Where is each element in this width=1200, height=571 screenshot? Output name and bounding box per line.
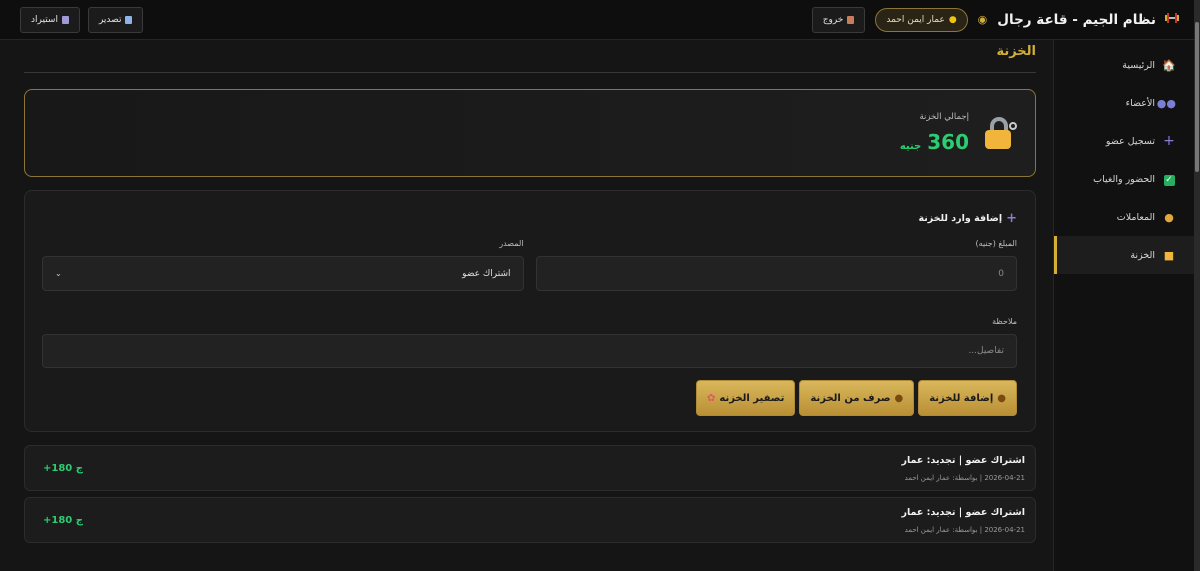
note-label: ملاحظة xyxy=(992,317,1017,326)
add-income-form: + إضافة وارد للخزنة المبلغ (جنيه) 0 المص… xyxy=(24,190,1036,432)
page-title: الخزنة xyxy=(24,40,1036,73)
header-right-group: نظام الجيم - قاعة رجال ◉ ● عمار ايمن احم… xyxy=(811,6,1180,33)
logout-label: خروج xyxy=(822,14,844,25)
amount-field[interactable]: 0 xyxy=(535,256,1017,291)
transaction-row: اشتراك عضو | تجديد: عمار 2026-04-21 | بو… xyxy=(24,445,1036,491)
source-selected-value: اشتراك عضو xyxy=(462,268,511,279)
transaction-info: اشتراك عضو | تجديد: عمار 2026-04-21 | بو… xyxy=(901,507,1025,534)
lock-icon xyxy=(983,116,1017,150)
home-icon: 🏠 xyxy=(1162,58,1176,72)
transaction-meta: 2026-04-21 | بواسطة: عمار ايمن احمد xyxy=(904,525,1025,534)
note-field[interactable]: تفاصيل... xyxy=(42,334,1017,368)
export-button[interactable]: تصدير xyxy=(87,6,144,33)
transaction-amount: +180 ج xyxy=(43,462,83,474)
treasury-total-card: إجمالي الخزنة 360 جنيه xyxy=(24,89,1036,177)
sidebar: 🏠 الرئيسية ●● الأعضاء + تسجيل عضو ✓ الحض… xyxy=(1053,40,1194,571)
money-bag-icon: ● xyxy=(997,392,1006,404)
transaction-meta: 2026-04-21 | بواسطة: عمار ايمن احمد xyxy=(904,473,1025,482)
logout-button[interactable]: خروج xyxy=(811,6,866,33)
import-label: استيراد xyxy=(31,14,58,25)
treasury-total: إجمالي الخزنة 360 جنيه xyxy=(900,112,969,154)
add-button-label: إضافة للخزنة xyxy=(929,392,994,404)
form-title-text: إضافة وارد للخزنة xyxy=(918,213,1003,224)
page-scrollbar[interactable] xyxy=(1194,0,1200,571)
treasury-total-value: 360 جنيه xyxy=(900,130,969,154)
sidebar-item-label: الحضور والغياب xyxy=(1093,173,1155,185)
transaction-info: اشتراك عضو | تجديد: عمار 2026-04-21 | بو… xyxy=(901,455,1025,482)
source-field-group: المصدر اشتراك عضو ⌄ xyxy=(42,239,524,291)
user-badge[interactable]: ● عمار ايمن احمد xyxy=(875,7,968,32)
shield-icon: ◉ xyxy=(977,13,988,26)
dumbbell-icon xyxy=(1164,10,1180,30)
form-title: + إضافة وارد للخزنة xyxy=(42,211,1017,226)
source-label: المصدر xyxy=(499,239,524,248)
sidebar-item-label: الخزنة xyxy=(1130,249,1155,261)
money-bag-icon: ● xyxy=(1164,210,1174,224)
add-to-treasury-button[interactable]: ● إضافة للخزنة xyxy=(918,380,1017,416)
members-icon: ●● xyxy=(1156,96,1176,110)
withdraw-button-label: صرف من الخزنة xyxy=(810,392,891,404)
form-actions: ● إضافة للخزنة ● صرف من الخزنة تصفير الخ… xyxy=(42,380,1017,416)
amount-field-group: المبلغ (جنيه) 0 xyxy=(535,239,1017,291)
check-icon: ✓ xyxy=(1163,175,1175,186)
import-icon xyxy=(61,15,69,24)
sidebar-item-register[interactable]: + تسجيل عضو xyxy=(1054,122,1194,160)
sidebar-item-label: المعاملات xyxy=(1116,211,1155,223)
transaction-amount: +180 ج xyxy=(43,514,83,526)
lock-icon: ■ xyxy=(1163,248,1175,262)
sidebar-item-label: الأعضاء xyxy=(1125,97,1155,109)
export-icon xyxy=(125,15,133,24)
sidebar-item-transactions[interactable]: ● المعاملات xyxy=(1054,198,1194,236)
transaction-title: اشتراك عضو | تجديد: عمار xyxy=(901,506,1025,518)
sidebar-item-label: تسجيل عضو xyxy=(1105,135,1155,147)
transaction-row: اشتراك عضو | تجديد: عمار 2026-04-21 | بو… xyxy=(24,497,1036,543)
treasury-unit: جنيه xyxy=(899,141,922,152)
amount-label: المبلغ (جنيه) xyxy=(975,239,1017,248)
user-name: عمار ايمن احمد xyxy=(886,14,945,25)
export-label: تصدير xyxy=(98,14,122,25)
user-icon: ● xyxy=(948,14,957,25)
header-left-group: تصدير استيراد xyxy=(20,6,144,33)
sidebar-item-home[interactable]: 🏠 الرئيسية xyxy=(1054,46,1194,84)
money-out-icon: ● xyxy=(894,392,904,404)
scrollbar-thumb[interactable] xyxy=(1195,22,1199,172)
note-field-group: ملاحظة تفاصيل... xyxy=(42,317,1017,368)
sidebar-item-attendance[interactable]: ✓ الحضور والغياب xyxy=(1054,160,1194,198)
sidebar-item-treasury[interactable]: ■ الخزنة xyxy=(1054,236,1194,274)
sidebar-item-members[interactable]: ●● الأعضاء xyxy=(1054,84,1194,122)
plus-icon: + xyxy=(1006,211,1017,226)
door-icon xyxy=(847,15,855,24)
top-header: نظام الجيم - قاعة رجال ◉ ● عمار ايمن احم… xyxy=(0,0,1194,40)
treasury-amount: 360 xyxy=(927,130,969,154)
withdraw-button[interactable]: ● صرف من الخزنة xyxy=(799,380,915,416)
main-content: الخزنة إجمالي الخزنة 360 جنيه + إضافة وا… xyxy=(24,40,1036,543)
import-button[interactable]: استيراد xyxy=(20,6,80,33)
form-row: المبلغ (جنيه) 0 المصدر اشتراك عضو ⌄ xyxy=(42,239,1017,291)
source-select[interactable]: اشتراك عضو ⌄ xyxy=(42,256,524,291)
reset-button-label: تصفير الخزنه xyxy=(719,392,785,404)
sidebar-item-label: الرئيسية xyxy=(1122,59,1155,71)
chevron-down-icon: ⌄ xyxy=(55,269,62,278)
brand: نظام الجيم - قاعة رجال xyxy=(997,10,1180,30)
app-title: نظام الجيم - قاعة رجال xyxy=(997,11,1156,28)
transaction-title: اشتراك عضو | تجديد: عمار xyxy=(901,454,1025,466)
reset-treasury-button[interactable]: تصفير الخزنه ✿ xyxy=(695,380,796,416)
plus-icon: + xyxy=(1163,133,1175,149)
reset-icon: ✿ xyxy=(706,392,716,404)
treasury-total-label: إجمالي الخزنة xyxy=(919,112,969,122)
